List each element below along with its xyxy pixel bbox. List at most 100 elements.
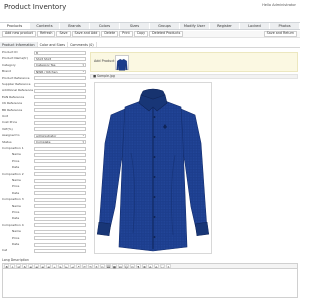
- product-id-field[interactable]: 8: [34, 50, 86, 55]
- tab-brands[interactable]: Brands: [60, 23, 90, 29]
- editor-tool-4-icon[interactable]: ≡: [27, 264, 34, 269]
- editor-tool-20-icon[interactable]: ☺: [123, 264, 130, 269]
- tab-groups[interactable]: Groups: [150, 23, 180, 29]
- editor-tool-6-icon[interactable]: ≡: [39, 264, 46, 269]
- editor-tool-25-icon[interactable]: A: [153, 264, 159, 269]
- editor-tool-17-icon[interactable]: ⌧: [105, 264, 112, 269]
- editor-tool-27-icon[interactable]: ?: [165, 264, 171, 269]
- editor-tool-18-icon[interactable]: ▦: [111, 264, 118, 269]
- name-field[interactable]: [34, 178, 86, 183]
- composition-2-field[interactable]: [34, 172, 86, 177]
- form-row-cost-price: Cost Price: [2, 120, 86, 126]
- tab-sizes[interactable]: Sizes: [120, 23, 150, 29]
- date-field[interactable]: [34, 216, 86, 222]
- form-row-price: Price: [2, 236, 86, 241]
- date-field[interactable]: [34, 242, 86, 247]
- price-field[interactable]: [34, 236, 86, 241]
- editor-tool-7-icon[interactable]: ≡: [45, 264, 52, 269]
- deleted-products-button[interactable]: Deleted Products: [149, 30, 184, 38]
- composition-3-field[interactable]: [34, 197, 86, 202]
- editor-tool-8-icon[interactable]: •: [51, 264, 58, 269]
- name-field[interactable]: [34, 204, 86, 209]
- form-row-composition-4: Composition 4: [2, 223, 86, 228]
- vat-field[interactable]: [34, 127, 86, 132]
- editor-tool-5-icon[interactable]: ≡: [33, 264, 40, 269]
- delete-button[interactable]: Delete: [101, 30, 119, 38]
- editor-tool-12-icon[interactable]: ❝: [75, 264, 82, 269]
- subtab-comments-0[interactable]: Comments (0): [68, 42, 97, 47]
- product-photo[interactable]: [94, 82, 212, 254]
- ck-reference-field[interactable]: [34, 101, 86, 106]
- tab-modify-user[interactable]: Modify User: [180, 23, 210, 29]
- brand-select[interactable]: NWR / Kitchen: [34, 69, 86, 74]
- name-field[interactable]: [34, 229, 86, 234]
- field-label: Brand: [2, 69, 11, 74]
- date-field[interactable]: [34, 191, 86, 196]
- cat-field[interactable]: [34, 248, 86, 254]
- price-field[interactable]: [34, 159, 86, 164]
- editor-tool-10-icon[interactable]: ⇤: [63, 264, 70, 269]
- editor-tool-21-icon[interactable]: ▭: [129, 264, 136, 269]
- editor-tool-14-icon[interactable]: ↷: [87, 264, 94, 269]
- editor-tool-2-icon[interactable]: U: [15, 264, 22, 269]
- editor-tool-0-icon[interactable]: B: [4, 264, 10, 269]
- field-label: Price: [12, 210, 20, 214]
- action-toolbar: Add new product Refresh Save Save and Add De…: [0, 30, 300, 38]
- copy-button[interactable]: Copy: [133, 30, 149, 38]
- editor-tool-13-icon[interactable]: ↶: [81, 264, 88, 269]
- print-button[interactable]: Print: [119, 30, 133, 38]
- cost-price-field[interactable]: [34, 120, 86, 126]
- field-label: Composition 1: [2, 146, 24, 150]
- add-new-product-button[interactable]: Add new product: [2, 30, 36, 38]
- product-thumbnail[interactable]: [115, 55, 129, 71]
- save-button[interactable]: Save: [56, 30, 71, 38]
- editor-tool-3-icon[interactable]: S: [21, 264, 28, 269]
- editor-tool-1-icon[interactable]: I: [9, 264, 16, 269]
- field-label: Product ID: [2, 50, 18, 54]
- price-field[interactable]: [34, 184, 86, 190]
- tab-products[interactable]: Products: [0, 23, 30, 29]
- supplier-reference-field[interactable]: [34, 82, 86, 87]
- editor-tool-15-icon[interactable]: ⚭: [93, 264, 100, 269]
- save-and-return-button[interactable]: Save and Return: [263, 30, 297, 38]
- save-and-add-button[interactable]: Save and Add: [71, 30, 101, 38]
- composition-4-field[interactable]: [34, 223, 86, 228]
- ean-reference-field[interactable]: [34, 95, 86, 100]
- form-row-composition-1: Composition 1: [2, 146, 86, 151]
- assigned-to-select[interactable]: administrator: [34, 133, 86, 138]
- editor-tool-19-icon[interactable]: Ω: [117, 264, 124, 269]
- field-label: Category: [2, 62, 16, 67]
- editor-tool-16-icon[interactable]: ✂: [99, 264, 106, 269]
- date-field[interactable]: [34, 165, 86, 170]
- product-reference-field[interactable]: [34, 76, 86, 81]
- form-row-ck-reference: CK Reference: [2, 101, 86, 106]
- editor-tool-23-icon[interactable]: ≣: [141, 264, 148, 269]
- tab-register[interactable]: Register: [210, 23, 240, 29]
- tab-contents[interactable]: Contents: [30, 23, 60, 29]
- name-field[interactable]: [34, 152, 86, 158]
- subtab-color-and-sizes[interactable]: Color and Sizes: [38, 42, 69, 47]
- status-select[interactable]: Complete: [34, 140, 86, 145]
- form-row-date: Date: [2, 242, 86, 247]
- tab-photos[interactable]: Photos: [270, 23, 300, 29]
- unit-field[interactable]: [34, 114, 86, 119]
- br-reference-field[interactable]: [34, 108, 86, 113]
- editor-tool-22-icon[interactable]: ¶: [135, 264, 142, 269]
- price-field[interactable]: [34, 210, 86, 215]
- editor-tool-9-icon[interactable]: 1.: [57, 264, 64, 269]
- form-row-name: Name: [2, 229, 86, 234]
- long-description-editor[interactable]: [2, 269, 298, 298]
- editor-tool-24-icon[interactable]: A: [147, 264, 154, 269]
- editor-tool-26-icon[interactable]: ⛶: [159, 264, 165, 269]
- editor-tool-11-icon[interactable]: ⇥: [69, 264, 76, 269]
- composition-1-field[interactable]: [34, 146, 86, 151]
- tab-locked-products[interactable]: Locked Products: [240, 23, 270, 35]
- refresh-button[interactable]: Refresh: [36, 30, 56, 38]
- page-title: Product Inventory: [4, 3, 67, 11]
- product-name-tr-field[interactable]: Shirt Shirt: [34, 56, 86, 62]
- category-select[interactable]: Category Tes: [34, 63, 86, 68]
- additional-reference-field[interactable]: [34, 88, 86, 94]
- form-row-unit: Unit: [2, 114, 86, 119]
- subtab-product-information[interactable]: Product Information: [0, 42, 38, 47]
- tab-colors[interactable]: Colors: [90, 23, 120, 29]
